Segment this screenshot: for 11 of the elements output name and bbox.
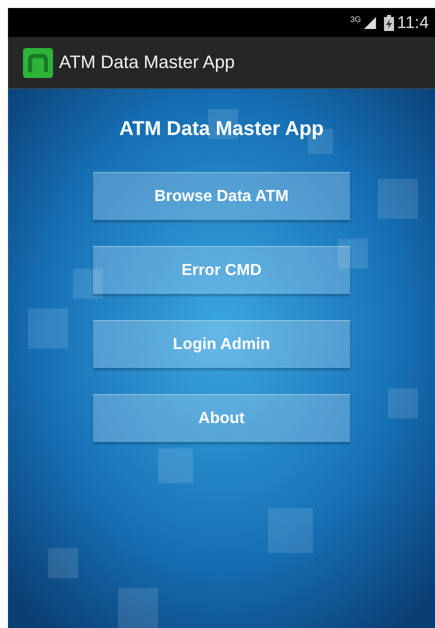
menu-button[interactable]: Browse Data ATM xyxy=(93,172,350,220)
menu-button[interactable]: Login Admin xyxy=(93,320,350,368)
menu-button[interactable]: About xyxy=(93,394,350,442)
battery-icon xyxy=(384,14,394,30)
screen-title: ATM Data Master App xyxy=(119,118,324,141)
signal-icon xyxy=(364,16,376,30)
network-type: 3G xyxy=(350,15,361,24)
menu-button[interactable]: Error CMD xyxy=(93,246,350,294)
clock: 11:4 xyxy=(397,12,430,32)
app-title: ATM Data Master App xyxy=(59,52,235,73)
app-icon xyxy=(23,48,53,78)
